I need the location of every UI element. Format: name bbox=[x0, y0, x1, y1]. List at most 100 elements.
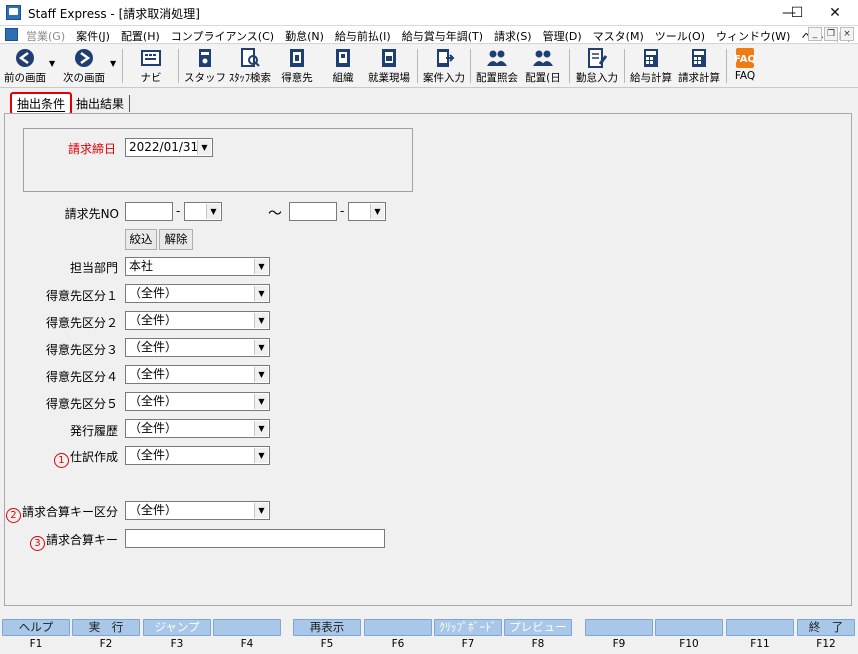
f1-help-button[interactable]: ヘルプ bbox=[2, 619, 70, 636]
merge-key-type-value: （全件） bbox=[129, 503, 178, 517]
faq-button[interactable]: FAQ FAQ bbox=[730, 47, 760, 85]
mdi-minimize-button[interactable]: _ bbox=[808, 27, 822, 41]
merge-key-type-select[interactable]: （全件） ▼ bbox=[125, 501, 270, 520]
billing-calc-button[interactable]: 請求計算 bbox=[676, 47, 722, 85]
f8-preview-button[interactable]: プレビュー bbox=[504, 619, 572, 636]
chevron-down-icon[interactable]: ▼ bbox=[370, 204, 384, 219]
assign-inquiry-label: 配置照会 bbox=[476, 72, 518, 84]
title-bar: Staff Express - [請求取消処理] — ☐ ✕ bbox=[0, 0, 858, 26]
department-select[interactable]: 本社 ▼ bbox=[125, 257, 270, 276]
issue-history-select[interactable]: （全件） ▼ bbox=[125, 419, 270, 438]
journal-select[interactable]: （全件） ▼ bbox=[125, 446, 270, 465]
client-cat4-label: 得意先区分４ bbox=[45, 370, 118, 384]
menu-compliance[interactable]: コンプライアンス(C) bbox=[171, 28, 274, 44]
menu-admin[interactable]: 管理(D) bbox=[543, 28, 582, 44]
toolbar-separator bbox=[569, 49, 570, 83]
faq-label: FAQ bbox=[734, 70, 756, 82]
f9-key-label: F9 bbox=[612, 638, 626, 650]
forward-button[interactable]: 次の画面 bbox=[60, 47, 108, 85]
back-button[interactable]: 前の画面 bbox=[2, 47, 48, 85]
f9-button[interactable] bbox=[585, 619, 653, 636]
site-button[interactable]: 就業現場 bbox=[366, 47, 412, 85]
chevron-down-icon[interactable]: ▼ bbox=[254, 421, 268, 436]
mdi-close-button[interactable]: × bbox=[840, 27, 854, 41]
case-input-button[interactable]: 案件入力 bbox=[421, 47, 467, 85]
app-icon bbox=[6, 5, 21, 20]
pencil-doc-icon bbox=[585, 47, 609, 69]
client-cat4-value: （全件） bbox=[129, 367, 178, 381]
f2-execute-button[interactable]: 実 行 bbox=[72, 619, 140, 636]
chevron-down-icon[interactable]: ▼ bbox=[254, 286, 268, 301]
billing-no-to-branch-select[interactable]: ▼ bbox=[348, 202, 386, 221]
f10-button[interactable] bbox=[655, 619, 723, 636]
client-cat5-value: （全件） bbox=[129, 394, 178, 408]
menu-assign[interactable]: 配置(H) bbox=[121, 28, 160, 44]
payroll-calc-button[interactable]: 給与計算 bbox=[628, 47, 674, 85]
billing-no-to-input[interactable] bbox=[289, 202, 337, 221]
journal-label: 仕訳作成 bbox=[69, 450, 118, 464]
menu-sales[interactable]: 営業(G) bbox=[26, 28, 65, 44]
menu-attendance[interactable]: 勤怠(N) bbox=[285, 28, 324, 44]
menu-window[interactable]: ウィンドウ(W) bbox=[716, 28, 790, 44]
menu-prepay[interactable]: 給与前払(I) bbox=[335, 28, 391, 44]
client-cat2-select[interactable]: （全件） ▼ bbox=[125, 311, 270, 330]
client-cat1-select[interactable]: （全件） ▼ bbox=[125, 284, 270, 303]
document-icon[interactable] bbox=[5, 28, 18, 41]
assign-day-button[interactable]: 配置(日 bbox=[522, 47, 564, 85]
menu-case[interactable]: 案件(J) bbox=[76, 28, 110, 44]
f4-button[interactable] bbox=[213, 619, 281, 636]
navi-button[interactable]: ナビ bbox=[131, 47, 171, 85]
mdi-restore-button[interactable]: ❐ bbox=[824, 27, 838, 41]
f7-clipboard-button[interactable]: ｸﾘｯﾌﾟﾎﾞｰﾄﾞ bbox=[434, 619, 502, 636]
client-cat3-select[interactable]: （全件） ▼ bbox=[125, 338, 270, 357]
f12-exit-button[interactable]: 終 了 bbox=[797, 619, 855, 636]
f8-key-label: F8 bbox=[531, 638, 545, 650]
f11-button[interactable] bbox=[726, 619, 794, 636]
tab-extraction-conditions[interactable]: 抽出条件 bbox=[10, 91, 73, 115]
chevron-down-icon[interactable]: ▼ bbox=[254, 340, 268, 355]
mdi-controls: _ ❐ × bbox=[808, 27, 854, 41]
client-cat5-select[interactable]: （全件） ▼ bbox=[125, 392, 270, 411]
close-button[interactable]: ✕ bbox=[812, 0, 858, 26]
back-dropdown-icon[interactable]: ▼ bbox=[49, 59, 55, 68]
filter-button[interactable]: 絞込 bbox=[125, 229, 157, 250]
merge-key-label-row: 3 請求合算キー bbox=[20, 531, 118, 551]
tab-extraction-conditions-label: 抽出条件 bbox=[17, 96, 66, 112]
annotation-marker-2: 2 bbox=[5, 508, 21, 523]
menu-master[interactable]: マスタ(M) bbox=[593, 28, 644, 44]
clear-button[interactable]: 解除 bbox=[159, 229, 193, 250]
merge-key-input[interactable] bbox=[125, 529, 385, 548]
chevron-down-icon[interactable]: ▼ bbox=[197, 140, 211, 155]
chevron-down-icon[interactable]: ▼ bbox=[206, 204, 220, 219]
f6-button[interactable] bbox=[364, 619, 432, 636]
staff-file-icon bbox=[193, 47, 217, 69]
billing-close-date-picker[interactable]: 2022/01/31 ▼ bbox=[125, 138, 213, 157]
chevron-down-icon[interactable]: ▼ bbox=[254, 259, 268, 274]
assign-inquiry-button[interactable]: 配置照会 bbox=[474, 47, 520, 85]
chevron-down-icon[interactable]: ▼ bbox=[254, 448, 268, 463]
menu-payroll[interactable]: 給与賞与年調(T) bbox=[402, 28, 483, 44]
toolbar-separator bbox=[624, 49, 625, 83]
forward-dropdown-icon[interactable]: ▼ bbox=[110, 59, 116, 68]
billing-no-from-input[interactable] bbox=[125, 202, 173, 221]
arrow-right-icon bbox=[72, 47, 96, 69]
f5-refresh-button[interactable]: 再表示 bbox=[293, 619, 361, 636]
tab-extraction-results[interactable]: 抽出結果 bbox=[76, 94, 131, 112]
staff-button[interactable]: スタッフ bbox=[184, 47, 226, 85]
staff-search-button[interactable]: ｽﾀｯﾌ検索 bbox=[228, 47, 272, 85]
chevron-down-icon[interactable]: ▼ bbox=[254, 503, 268, 518]
menu-tools[interactable]: ツール(O) bbox=[655, 28, 705, 44]
client-button[interactable]: 得意先 bbox=[278, 47, 316, 85]
journal-value: （全件） bbox=[129, 448, 178, 462]
f3-jump-button[interactable]: ジャンプ bbox=[143, 619, 211, 636]
toolbar: 前の画面 ▼ 次の画面 ▼ ナビ スタッフ ｽﾀｯﾌ検索 得意先 組織 就業現場… bbox=[0, 45, 858, 88]
billing-no-from-branch-select[interactable]: ▼ bbox=[184, 202, 222, 221]
client-cat4-select[interactable]: （全件） ▼ bbox=[125, 365, 270, 384]
chevron-down-icon[interactable]: ▼ bbox=[254, 394, 268, 409]
attendance-input-button[interactable]: 勤怠入力 bbox=[574, 47, 620, 85]
menu-billing[interactable]: 請求(S) bbox=[494, 28, 532, 44]
chevron-down-icon[interactable]: ▼ bbox=[254, 367, 268, 382]
chevron-down-icon[interactable]: ▼ bbox=[254, 313, 268, 328]
billing-no-dash: - bbox=[340, 204, 345, 218]
org-button[interactable]: 組織 bbox=[325, 47, 361, 85]
